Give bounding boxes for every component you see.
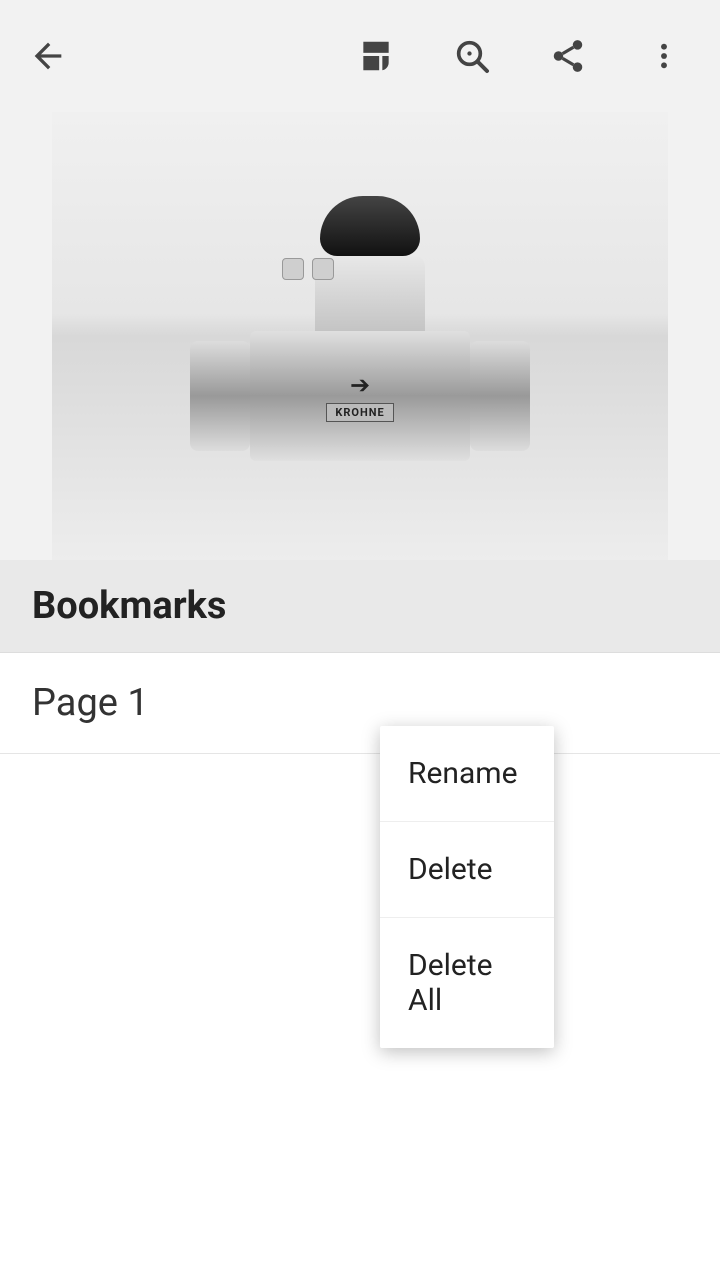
toolbar — [0, 0, 720, 112]
flow-arrow-icon: ➔ — [350, 371, 370, 399]
context-item-label: Delete — [408, 852, 493, 887]
context-item-label: Rename — [408, 756, 518, 791]
context-rename[interactable]: Rename — [380, 726, 554, 822]
bookmarks-header: Bookmarks — [0, 560, 720, 653]
context-delete-all[interactable]: Delete All — [380, 918, 554, 1048]
context-item-label: Delete All — [408, 948, 493, 1018]
share-icon — [549, 37, 587, 75]
back-button[interactable] — [8, 16, 88, 96]
search-button[interactable] — [424, 16, 520, 96]
document-preview[interactable]: ➔ KROHNE — [52, 112, 668, 560]
page-layout-button[interactable] — [328, 16, 424, 96]
share-button[interactable] — [520, 16, 616, 96]
more-vert-icon — [648, 40, 680, 72]
search-icon — [452, 36, 492, 76]
bookmark-item-label: Page 1 — [32, 681, 149, 725]
bookmark-item[interactable]: Page 1 — [0, 653, 720, 754]
context-delete[interactable]: Delete — [380, 822, 554, 918]
page-layout-icon — [357, 37, 395, 75]
bookmarks-panel: Bookmarks Page 1 — [0, 560, 720, 1280]
more-button[interactable] — [616, 16, 712, 96]
brand-plate: KROHNE — [326, 403, 393, 422]
context-menu: Rename Delete Delete All — [380, 726, 554, 1048]
product-image: ➔ KROHNE — [52, 112, 668, 560]
back-arrow-icon — [28, 36, 68, 76]
